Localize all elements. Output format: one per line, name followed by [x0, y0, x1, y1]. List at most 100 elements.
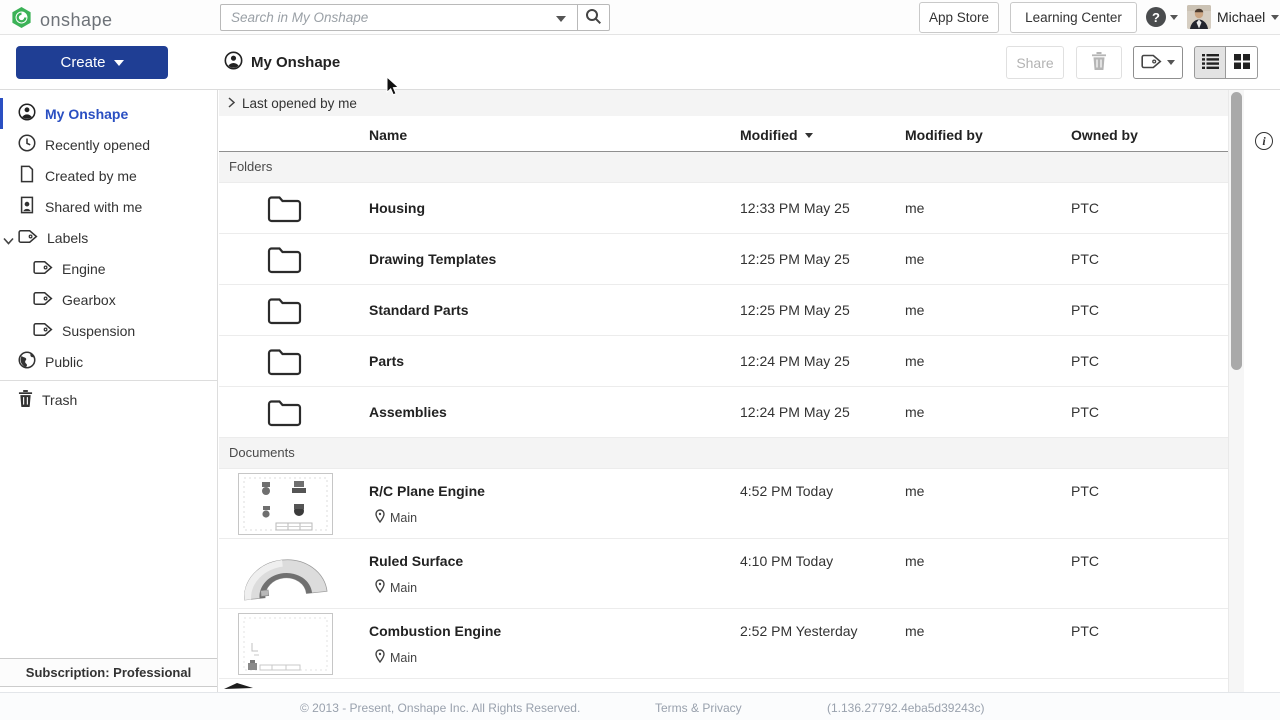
modified-by-value: me	[905, 234, 924, 285]
modified-by-value: me	[905, 482, 924, 500]
user-name: Michael	[1217, 9, 1265, 25]
column-header-modified-by[interactable]: Modified by	[905, 118, 983, 152]
sidebar: My Onshape Recently opened Created by me…	[0, 90, 218, 692]
modified-value: 12:24 PM May 25	[740, 387, 850, 438]
sidebar-item-labels[interactable]: Labels	[0, 222, 217, 253]
modified-value: 4:10 PM Today	[740, 552, 833, 570]
modified-value: 12:33 PM May 25	[740, 183, 850, 234]
workspace-name: Main	[390, 581, 417, 595]
chevron-down-icon[interactable]	[3, 232, 14, 248]
tag-icon	[33, 291, 53, 309]
modified-by-value: me	[905, 285, 924, 336]
table-row-document[interactable]: Ruled Surface 4:10 PM Today me PTC Main	[219, 539, 1228, 609]
sidebar-item-label: Suspension	[62, 323, 135, 339]
chevron-down-icon	[1170, 15, 1178, 20]
folder-icon	[267, 194, 302, 228]
sidebar-item-public[interactable]: Public	[0, 346, 217, 377]
table-row-folder[interactable]: Drawing Templates 12:25 PM May 25 me PTC	[219, 234, 1228, 285]
search-icon	[585, 8, 602, 28]
sidebar-item-label-suspension[interactable]: Suspension	[0, 315, 217, 346]
section-label: Last opened by me	[242, 96, 357, 111]
app-store-button[interactable]: App Store	[919, 2, 999, 33]
table-row-folder[interactable]: Housing 12:33 PM May 25 me PTC	[219, 183, 1228, 234]
tag-icon	[1141, 54, 1162, 72]
share-button[interactable]: Share	[1006, 46, 1064, 79]
table-row-document[interactable]: Combustion Engine 2:52 PM Yesterday me P…	[219, 609, 1228, 679]
table-row-folder[interactable]: Assemblies 12:24 PM May 25 me PTC	[219, 387, 1228, 438]
workspace-name: Main	[390, 651, 417, 665]
folder-name: Housing	[369, 183, 425, 234]
subscription-status: Subscription: Professional	[0, 658, 217, 687]
sidebar-item-label: Recently opened	[45, 137, 150, 153]
help-menu-button[interactable]: ?	[1146, 7, 1178, 27]
search-input[interactable]	[220, 4, 578, 31]
chevron-right-icon	[228, 96, 235, 111]
folder-icon	[267, 347, 302, 381]
tag-icon	[33, 260, 53, 278]
chevron-down-icon	[1271, 15, 1279, 20]
help-icon: ?	[1146, 7, 1166, 27]
column-header-label: Modified	[740, 127, 798, 143]
create-button-label: Create	[60, 54, 105, 71]
sidebar-item-created-by-me[interactable]: Created by me	[0, 160, 217, 191]
onshape-logo-icon	[10, 6, 33, 34]
chevron-down-icon	[1167, 60, 1175, 65]
delete-button[interactable]	[1076, 46, 1122, 79]
folder-name: Standard Parts	[369, 285, 469, 336]
footer: © 2013 - Present, Onshape Inc. All Right…	[0, 692, 1280, 720]
learning-center-button[interactable]: Learning Center	[1010, 2, 1137, 33]
workspace-name: Main	[390, 511, 417, 525]
create-button[interactable]: Create	[16, 46, 168, 79]
trash-icon	[18, 390, 33, 410]
column-header-owned-by[interactable]: Owned by	[1071, 118, 1138, 152]
info-icon[interactable]: i	[1255, 132, 1273, 150]
version-text: (1.136.27792.4eba5d39243c)	[827, 701, 984, 715]
sidebar-item-trash[interactable]: Trash	[0, 384, 217, 415]
copyright-text: © 2013 - Present, Onshape Inc. All Right…	[300, 701, 580, 715]
scrollbar-thumb[interactable]	[1231, 92, 1242, 370]
sidebar-item-my-onshape[interactable]: My Onshape	[0, 98, 217, 129]
sidebar-item-label: My Onshape	[45, 106, 128, 122]
search-scope-chevron-icon[interactable]	[556, 16, 566, 22]
sidebar-item-label-engine[interactable]: Engine	[0, 253, 217, 284]
grid-view-button[interactable]	[1226, 46, 1258, 79]
page-title: My Onshape	[224, 35, 340, 90]
terms-privacy-link[interactable]: Terms & Privacy	[655, 701, 742, 715]
column-header-modified[interactable]: Modified	[740, 118, 813, 152]
sidebar-item-recently-opened[interactable]: Recently opened	[0, 129, 217, 160]
table-row-document-partial[interactable]	[219, 679, 1228, 689]
sidebar-item-label-gearbox[interactable]: Gearbox	[0, 284, 217, 315]
table-row-folder[interactable]: Standard Parts 12:25 PM May 25 me PTC	[219, 285, 1228, 336]
chevron-down-icon	[114, 60, 124, 66]
sidebar-item-shared-with-me[interactable]: Shared with me	[0, 191, 217, 222]
scrollbar-track[interactable]	[1228, 90, 1244, 692]
folders-section-header: Folders	[219, 152, 1228, 183]
user-menu-button[interactable]: Michael	[1187, 5, 1279, 29]
workspace-row: Main	[375, 649, 417, 666]
modified-by-value: me	[905, 387, 924, 438]
folder-icon	[267, 245, 302, 279]
workspace-row: Main	[375, 579, 417, 596]
last-opened-section-toggle[interactable]: Last opened by me	[219, 90, 1228, 118]
workspace-pin-icon	[375, 579, 385, 596]
table-header: Name Modified Modified by Owned by	[219, 118, 1228, 152]
person-circle-icon	[18, 103, 36, 124]
trash-icon	[1091, 52, 1107, 73]
search-button[interactable]	[578, 4, 610, 31]
document-name: Combustion Engine	[369, 622, 501, 640]
owned-by-value: PTC	[1071, 336, 1099, 387]
view-toggle-group	[1194, 46, 1258, 79]
list-view-button[interactable]	[1194, 46, 1226, 79]
sidebar-item-label: Public	[45, 354, 83, 370]
modified-value: 12:25 PM May 25	[740, 285, 850, 336]
top-bar: onshape App Store Learning Center ? Mich…	[0, 0, 1280, 35]
table-row-folder[interactable]: Parts 12:24 PM May 25 me PTC	[219, 336, 1228, 387]
owned-by-value: PTC	[1071, 234, 1099, 285]
column-header-name[interactable]: Name	[369, 118, 407, 152]
label-button[interactable]	[1133, 46, 1183, 79]
sidebar-item-label: Created by me	[45, 168, 137, 184]
sidebar-divider	[0, 380, 217, 381]
table-row-document[interactable]: R/C Plane Engine 4:52 PM Today me PTC Ma…	[219, 469, 1228, 539]
modified-by-value: me	[905, 336, 924, 387]
search-bar	[220, 4, 610, 31]
